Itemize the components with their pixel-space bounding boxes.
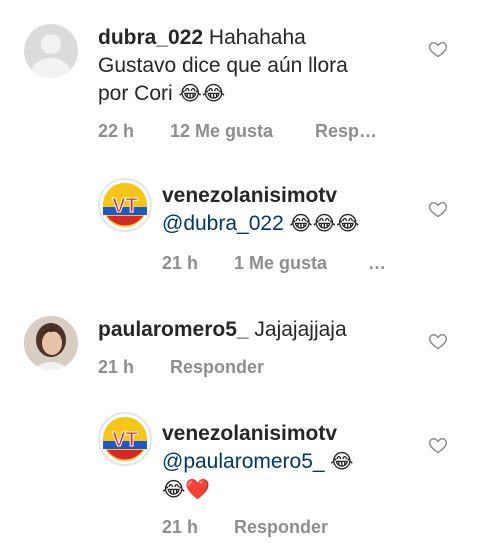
- heart-outline-icon[interactable]: [428, 331, 448, 351]
- reply-meta: 21 h 1 Me gusta …: [162, 252, 402, 274]
- comment-meta: 21 h Responder: [98, 356, 338, 378]
- avatar-venezolanisimotv[interactable]: VT: [98, 412, 152, 466]
- comment-body-line1: Hahahaha: [208, 26, 306, 49]
- svg-text:VT: VT: [112, 195, 138, 217]
- heart-outline-icon[interactable]: [428, 435, 448, 455]
- reply-button[interactable]: Resp…: [315, 120, 377, 142]
- comment-time: 22 h: [98, 121, 135, 141]
- reply-button[interactable]: Responder: [234, 516, 328, 538]
- heart-outline-icon[interactable]: [428, 199, 448, 219]
- heart-outline-icon[interactable]: [428, 39, 448, 59]
- comment-meta: 22 h 12 Me gusta Resp…: [98, 120, 398, 142]
- reply-text: venezolanisimotv @paularomero5_ 😂 😂❤️: [162, 420, 422, 504]
- comment-text: dubra_022 Hahahaha Gustavo dice que aún …: [98, 24, 418, 108]
- mention-link[interactable]: @paularomero5_: [162, 450, 325, 473]
- comment-body-line3: por Cori: [98, 82, 179, 105]
- comment-text: paularomero5_ Jajajajjaja: [98, 316, 418, 344]
- laugh-emoji: 😂😂😂: [283, 213, 360, 235]
- reply-username[interactable]: venezolanisimotv: [162, 184, 337, 207]
- comment-time: 21 h: [98, 357, 135, 377]
- avatar-paularomero5[interactable]: [24, 316, 78, 370]
- profile-photo: [24, 316, 78, 370]
- comment-username[interactable]: paularomero5_: [98, 318, 249, 341]
- more-options-button[interactable]: …: [368, 252, 386, 274]
- comment-body: Jajajajjaja: [254, 318, 347, 341]
- laugh-emoji: 😂: [324, 451, 354, 473]
- mention-link[interactable]: @dubra_022: [162, 212, 284, 235]
- comment-likes[interactable]: 12 Me gusta: [170, 120, 273, 142]
- reply-button[interactable]: Responder: [170, 356, 264, 378]
- venezolanisimotv-logo-icon: VT: [103, 183, 147, 227]
- comment-username[interactable]: dubra_022: [98, 26, 203, 49]
- comment-body-line2: Gustavo dice que aún llora: [98, 54, 348, 77]
- laugh-heart-emoji: 😂❤️: [162, 479, 211, 501]
- reply-time: 21 h: [162, 253, 199, 273]
- reply-text: venezolanisimotv @dubra_022 😂😂😂: [162, 182, 422, 238]
- avatar-dubra[interactable]: [24, 24, 78, 78]
- reply-meta: 21 h Responder: [162, 516, 402, 538]
- avatar-venezolanisimotv[interactable]: VT: [98, 178, 152, 232]
- svg-text:VT: VT: [112, 429, 138, 451]
- laugh-emoji: 😂😂: [178, 83, 226, 105]
- reply-likes[interactable]: 1 Me gusta: [234, 252, 327, 274]
- reply-time: 21 h: [162, 517, 199, 537]
- reply-username[interactable]: venezolanisimotv: [162, 422, 337, 445]
- venezolanisimotv-logo-icon: VT: [103, 417, 147, 461]
